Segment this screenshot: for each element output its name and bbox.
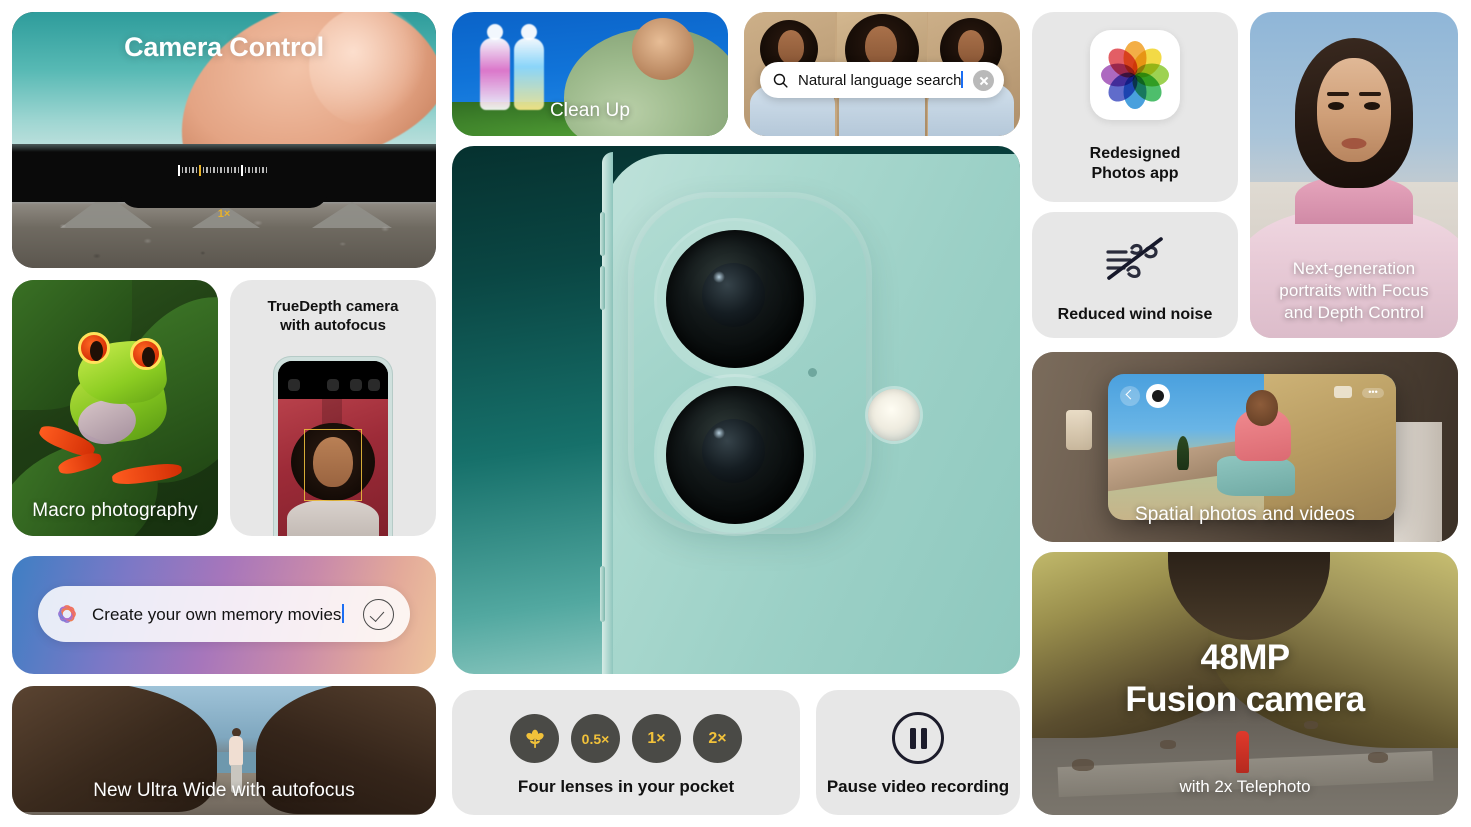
- portraits-caption: Next-generation portraits with Focus and…: [1250, 258, 1458, 324]
- pause-circle-icon[interactable]: [892, 712, 944, 764]
- card-48mp-fusion-camera[interactable]: 48MP Fusion camera with 2x Telephoto: [1032, 552, 1458, 815]
- card-pause-recording[interactable]: Pause video recording: [816, 690, 1020, 815]
- card-clean-up[interactable]: Clean Up: [452, 12, 728, 136]
- ultrawide-camera-lens: [666, 386, 804, 524]
- lens-chip-1x[interactable]: 1×: [632, 714, 681, 763]
- phone-notch: [120, 184, 328, 208]
- foreground-person-head: [632, 18, 694, 80]
- search-icon: [773, 73, 788, 88]
- subject-head: [1246, 390, 1279, 427]
- ultrawide-caption: New Ultra Wide with autofocus: [93, 780, 355, 801]
- lens-chip-macro[interactable]: [510, 714, 559, 763]
- memory-movies-text: Create your own memory movies: [92, 603, 363, 625]
- checkmark-circle-icon[interactable]: [363, 598, 394, 630]
- card-macro-photography[interactable]: Macro photography: [12, 280, 218, 536]
- camera-control-button[interactable]: [600, 566, 605, 622]
- card-four-lenses[interactable]: 0.5× 1× 2× Four lenses in your pocket: [452, 690, 800, 815]
- immersive-badge-icon[interactable]: [1146, 384, 1170, 408]
- truedepth-title-line2: with autofocus: [280, 316, 386, 334]
- portraits-caption-line2: portraits with Focus: [1279, 280, 1429, 300]
- photos-app-label-line1: Redesigned: [1089, 145, 1181, 162]
- phone-screen: [278, 361, 388, 536]
- frog-eye-left: [78, 332, 110, 364]
- wind-noise-caption: Reduced wind noise: [1057, 306, 1213, 323]
- text-caret: [961, 71, 964, 88]
- lens-chip-2x[interactable]: 2×: [693, 714, 742, 763]
- search-input[interactable]: Natural language search: [760, 62, 1004, 98]
- memory-movies-input[interactable]: Create your own memory movies: [38, 586, 410, 642]
- card-next-gen-portraits[interactable]: Next-generation portraits with Focus and…: [1250, 12, 1458, 338]
- card-redesigned-photos-app[interactable]: Redesigned Photos app: [1032, 12, 1238, 202]
- photos-app-label-line2: Photos app: [1091, 165, 1179, 182]
- fusion-headline-line2: Fusion camera: [1125, 680, 1365, 719]
- card-spatial-photos[interactable]: ••• Spatial photos and videos: [1032, 352, 1458, 542]
- night-mode-icon[interactable]: [327, 379, 339, 391]
- cleanup-caption: Clean Up: [549, 100, 630, 121]
- flash-icon[interactable]: [288, 379, 300, 391]
- macro-caption: Macro photography: [32, 500, 198, 521]
- photos-app-label: Redesigned Photos app: [1040, 144, 1230, 184]
- chevron-left-icon[interactable]: [1120, 386, 1140, 406]
- card-truedepth-camera[interactable]: TrueDepth camera with autofocus: [230, 280, 436, 536]
- portraits-caption-line1: Next-generation: [1292, 258, 1416, 278]
- rock-2: [1160, 740, 1176, 749]
- fusion-headline-line1: 48MP: [1200, 638, 1290, 677]
- fusion-camera-lens: [666, 230, 804, 368]
- camera-control-title: Camera Control: [124, 32, 324, 62]
- spatial-window: •••: [1108, 374, 1396, 520]
- volume-up-button[interactable]: [600, 212, 605, 256]
- photos-pinwheel: [1099, 39, 1171, 111]
- more-dots-icon[interactable]: •••: [1362, 388, 1384, 398]
- zoom-slider-icon[interactable]: [178, 164, 288, 176]
- card-hero-camera-module[interactable]: [452, 146, 1020, 674]
- search-query-text: Natural language search: [798, 71, 964, 89]
- cypress-tree: [1177, 436, 1190, 471]
- macro-flower-icon: [525, 729, 544, 748]
- rock-4: [1304, 721, 1318, 729]
- card-camera-control[interactable]: Camera Control 1×: [12, 12, 436, 268]
- feature-grid-board: Camera Control 1× Macro photography True…: [0, 0, 1471, 827]
- spatial-caption: Spatial photos and videos: [1134, 504, 1356, 525]
- camera-topbar: [278, 361, 388, 399]
- video-icon[interactable]: [1334, 386, 1352, 398]
- microphone-icon: [808, 368, 817, 377]
- rock-1: [1072, 759, 1094, 771]
- wind-slash-icon: [1106, 237, 1163, 280]
- flash-led-icon: [868, 389, 920, 441]
- hiker-figure: [1236, 731, 1250, 773]
- card-reduced-wind-noise[interactable]: Reduced wind noise: [1032, 212, 1238, 338]
- card-natural-language-search[interactable]: Natural language search: [744, 12, 1020, 136]
- subject-lips: [1341, 138, 1367, 149]
- zoom-value-label: 1×: [217, 208, 231, 220]
- volume-down-button[interactable]: [600, 266, 605, 310]
- fusion-subtext: with 2x Telephoto: [1179, 777, 1311, 796]
- card-ultra-wide[interactable]: New Ultra Wide with autofocus: [12, 686, 436, 815]
- phone-mockup: [273, 356, 393, 536]
- face-focus-rectangle: [304, 429, 362, 501]
- text-caret: [342, 603, 345, 623]
- floor-lamp: [1066, 410, 1092, 450]
- subject-body: [287, 500, 379, 536]
- photo-style-icon[interactable]: [368, 379, 380, 391]
- fusion-headline: 48MP Fusion camera: [1032, 638, 1458, 720]
- phone-edge: [12, 144, 436, 208]
- apple-intelligence-icon: [58, 605, 76, 623]
- card-memory-movies[interactable]: Create your own memory movies: [12, 556, 436, 674]
- truedepth-title: TrueDepth camera with autofocus: [240, 298, 426, 336]
- portraits-caption-line3: and Depth Control: [1284, 302, 1424, 322]
- rock-3: [1368, 752, 1388, 763]
- live-photo-icon[interactable]: [350, 379, 362, 391]
- truedepth-title-line1: TrueDepth camera: [267, 298, 399, 315]
- lens-chip-05x[interactable]: 0.5×: [571, 714, 620, 763]
- lens-chip-row: 0.5× 1× 2×: [452, 714, 800, 763]
- frog-eye-right: [130, 338, 162, 370]
- clear-circle-icon[interactable]: [973, 69, 994, 91]
- subject-legs: [1217, 455, 1296, 496]
- pause-recording-caption: Pause video recording: [826, 777, 1010, 796]
- photos-app-icon[interactable]: [1090, 30, 1180, 120]
- camera-viewfinder: [278, 399, 388, 536]
- four-lenses-caption: Four lenses in your pocket: [517, 777, 735, 796]
